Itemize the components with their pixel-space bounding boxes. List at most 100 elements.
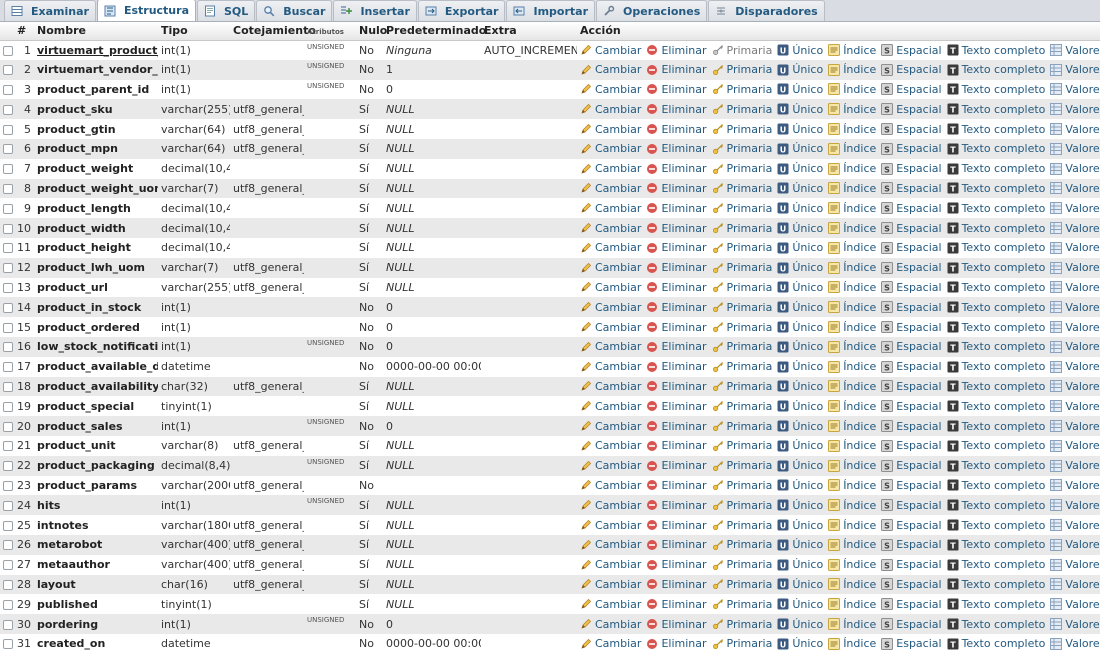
change-link[interactable]: Cambiar [580, 63, 641, 76]
unique-link[interactable]: U Único [777, 360, 823, 373]
distinct-values-link[interactable]: Valores distintos [1050, 281, 1100, 294]
drop-link[interactable]: Eliminar [646, 479, 707, 492]
spatial-link[interactable]: S Espacial [881, 103, 942, 116]
change-link[interactable]: Cambiar [580, 499, 641, 512]
fulltext-link[interactable]: T Texto completo [947, 637, 1045, 650]
change-link[interactable]: Cambiar [580, 162, 641, 175]
spatial-link[interactable]: S Espacial [881, 142, 942, 155]
drop-link[interactable]: Eliminar [646, 618, 707, 631]
change-link[interactable]: Cambiar [580, 538, 641, 551]
change-link[interactable]: Cambiar [580, 261, 641, 274]
primary-link[interactable]: Primaria [712, 281, 772, 294]
tab-exportar[interactable]: Exportar [417, 0, 506, 21]
distinct-values-link[interactable]: Valores distintos [1050, 103, 1100, 116]
drop-link[interactable]: Eliminar [646, 420, 707, 433]
primary-link[interactable]: Primaria [712, 479, 772, 492]
index-link[interactable]: Índice [828, 360, 876, 373]
row-checkbox[interactable] [3, 65, 13, 76]
unique-link[interactable]: U Único [777, 44, 823, 57]
index-link[interactable]: Índice [828, 479, 876, 492]
fulltext-link[interactable]: T Texto completo [947, 439, 1045, 452]
spatial-link[interactable]: S Espacial [881, 222, 942, 235]
index-link[interactable]: Índice [828, 142, 876, 155]
primary-link[interactable]: Primaria [712, 222, 772, 235]
row-checkbox[interactable] [3, 639, 13, 650]
drop-link[interactable]: Eliminar [646, 360, 707, 373]
spatial-link[interactable]: S Espacial [881, 558, 942, 571]
primary-link[interactable]: Primaria [712, 637, 772, 650]
change-link[interactable]: Cambiar [580, 83, 641, 96]
fulltext-link[interactable]: T Texto completo [947, 499, 1045, 512]
row-checkbox[interactable] [3, 461, 13, 472]
change-link[interactable]: Cambiar [580, 321, 641, 334]
distinct-values-link[interactable]: Valores distintos [1050, 499, 1100, 512]
header-name[interactable]: Nombre [34, 22, 158, 41]
distinct-values-link[interactable]: Valores distintos [1050, 459, 1100, 472]
unique-link[interactable]: U Único [777, 63, 823, 76]
index-link[interactable]: Índice [828, 63, 876, 76]
index-link[interactable]: Índice [828, 261, 876, 274]
row-checkbox[interactable] [3, 302, 13, 313]
index-link[interactable]: Índice [828, 222, 876, 235]
index-link[interactable]: Índice [828, 637, 876, 650]
index-link[interactable]: Índice [828, 538, 876, 551]
distinct-values-link[interactable]: Valores distintos [1050, 340, 1100, 353]
spatial-link[interactable]: S Espacial [881, 340, 942, 353]
spatial-link[interactable]: S Espacial [881, 400, 942, 413]
spatial-link[interactable]: S Espacial [881, 281, 942, 294]
row-checkbox[interactable] [3, 599, 13, 610]
distinct-values-link[interactable]: Valores distintos [1050, 598, 1100, 611]
row-checkbox[interactable] [3, 45, 13, 56]
primary-link[interactable]: Primaria [712, 360, 772, 373]
fulltext-link[interactable]: T Texto completo [947, 83, 1045, 96]
index-link[interactable]: Índice [828, 83, 876, 96]
drop-link[interactable]: Eliminar [646, 578, 707, 591]
primary-link[interactable]: Primaria [712, 83, 772, 96]
row-checkbox[interactable] [3, 144, 13, 155]
fulltext-link[interactable]: T Texto completo [947, 360, 1045, 373]
unique-link[interactable]: U Único [777, 499, 823, 512]
fulltext-link[interactable]: T Texto completo [947, 519, 1045, 532]
index-link[interactable]: Índice [828, 202, 876, 215]
row-checkbox[interactable] [3, 164, 13, 175]
fulltext-link[interactable]: T Texto completo [947, 123, 1045, 136]
drop-link[interactable]: Eliminar [646, 241, 707, 254]
primary-link[interactable]: Primaria [712, 321, 772, 334]
drop-link[interactable]: Eliminar [646, 598, 707, 611]
primary-link[interactable]: Primaria [712, 538, 772, 551]
row-checkbox[interactable] [3, 441, 13, 452]
primary-link[interactable]: Primaria [712, 142, 772, 155]
change-link[interactable]: Cambiar [580, 340, 641, 353]
spatial-link[interactable]: S Espacial [881, 538, 942, 551]
spatial-link[interactable]: S Espacial [881, 123, 942, 136]
drop-link[interactable]: Eliminar [646, 439, 707, 452]
drop-link[interactable]: Eliminar [646, 83, 707, 96]
change-link[interactable]: Cambiar [580, 222, 641, 235]
distinct-values-link[interactable]: Valores distintos [1050, 479, 1100, 492]
primary-link[interactable]: Primaria [712, 380, 772, 393]
unique-link[interactable]: U Único [777, 123, 823, 136]
tab-insertar[interactable]: Insertar [333, 0, 417, 21]
unique-link[interactable]: U Único [777, 558, 823, 571]
drop-link[interactable]: Eliminar [646, 459, 707, 472]
index-link[interactable]: Índice [828, 281, 876, 294]
index-link[interactable]: Índice [828, 400, 876, 413]
index-link[interactable]: Índice [828, 420, 876, 433]
row-checkbox[interactable] [3, 243, 13, 254]
fulltext-link[interactable]: T Texto completo [947, 380, 1045, 393]
spatial-link[interactable]: S Espacial [881, 598, 942, 611]
drop-link[interactable]: Eliminar [646, 261, 707, 274]
unique-link[interactable]: U Único [777, 459, 823, 472]
drop-link[interactable]: Eliminar [646, 103, 707, 116]
row-checkbox[interactable] [3, 381, 13, 392]
fulltext-link[interactable]: T Texto completo [947, 281, 1045, 294]
unique-link[interactable]: U Único [777, 162, 823, 175]
index-link[interactable]: Índice [828, 162, 876, 175]
fulltext-link[interactable]: T Texto completo [947, 44, 1045, 57]
distinct-values-link[interactable]: Valores distintos [1050, 44, 1100, 57]
spatial-link[interactable]: S Espacial [881, 618, 942, 631]
drop-link[interactable]: Eliminar [646, 321, 707, 334]
primary-link[interactable]: Primaria [712, 301, 772, 314]
distinct-values-link[interactable]: Valores distintos [1050, 182, 1100, 195]
drop-link[interactable]: Eliminar [646, 538, 707, 551]
